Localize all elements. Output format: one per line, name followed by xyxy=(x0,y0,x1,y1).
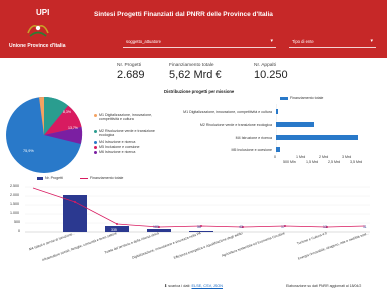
legend-item[interactable]: M2 Rivoluzione verde e transizione ecolo… xyxy=(94,129,159,138)
legend-label: M5 Inclusione e coesione xyxy=(99,145,140,149)
bar-value-label: 11 xyxy=(363,225,367,229)
chevron-down-icon: ▾ xyxy=(370,38,373,44)
legend-dot-icon xyxy=(94,146,97,149)
combo-bar[interactable] xyxy=(63,195,87,232)
brand-name: UPI xyxy=(36,8,50,17)
legend-dot-icon xyxy=(94,141,97,144)
pie-chart: 8,3% 13,7% 75,9% xyxy=(6,96,83,173)
soggetto-select[interactable]: soggetto_attuatore ▾ xyxy=(123,35,276,48)
y-tick: 500 xyxy=(14,220,20,224)
section-title: Distribuzione progetti per missione xyxy=(164,89,235,94)
legend-label: M6 Istruzione e ricerca xyxy=(99,150,136,154)
bar-value-label: 13 xyxy=(323,225,327,229)
y-tick: 1.000 xyxy=(10,211,19,215)
bar-value-label: 2.034 xyxy=(69,190,78,194)
hbar-row-label: M2 Rivoluzione verde e transizione ecolo… xyxy=(199,123,272,127)
category-label: Infrastrutture sociali, famiglie, comuni… xyxy=(42,232,118,262)
pie-label: 13,7% xyxy=(68,126,78,130)
hbar-tick: 3 Mrd xyxy=(342,155,352,159)
legend-label: M4 Istruzione e ricerca xyxy=(99,140,136,144)
hbar-tick: 2 Mrd xyxy=(319,155,329,159)
legend-item[interactable]: M5 Inclusione e coesione xyxy=(94,145,159,149)
upi-logo: UPI Unione Province d'Italia xyxy=(0,0,78,58)
download-links: ⬇ scarica i dati: ELSE, CSV, JSON xyxy=(164,283,223,288)
brand-subtitle: Unione Province d'Italia xyxy=(9,43,66,49)
combo-x-axis: M4 Istituti e servizi di istruzione... I… xyxy=(29,232,370,262)
hbar-bar[interactable] xyxy=(276,122,314,127)
hbar-tick: 2,5 Mrd xyxy=(328,160,341,164)
kpi-label: Finanziamento totale xyxy=(169,63,214,68)
legend-item[interactable]: M4 Istruzione e ricerca xyxy=(94,140,159,144)
kpi-progetti: Nr. Progetti 2.689 xyxy=(117,63,145,81)
kpi-value: 5,62 Mrd € xyxy=(169,69,222,81)
kpi-appalti: Nr. Appalti 10.250 xyxy=(254,63,288,81)
hbar-tick: 1,5 Mrd xyxy=(306,160,319,164)
hbar-bar[interactable] xyxy=(276,109,278,114)
hbar-row-label: M5 Inclusione e coesione xyxy=(231,148,272,152)
hbar-bar[interactable] xyxy=(276,135,358,140)
pie-label: 75,9% xyxy=(23,149,34,153)
download-icon: ⬇ xyxy=(164,284,168,288)
category-label: Energia rinnovabile, idrogeno, rete e mo… xyxy=(297,232,369,261)
y-tick: 2.000 xyxy=(10,193,19,197)
bar-value-label: 56 xyxy=(197,225,201,229)
soggetto-select-label: soggetto_attuatore xyxy=(126,39,161,44)
legend-line-icon xyxy=(80,178,88,179)
kpi-label: Nr. Progetti xyxy=(117,63,141,68)
download-prefix: scarica i dati: xyxy=(168,284,191,288)
download-formats-link[interactable]: ELSE, CSV, JSON xyxy=(191,284,223,288)
hbar-row-label: M1 Digitalizzazione, innovazione, compet… xyxy=(183,110,272,114)
legend-item[interactable]: M1 Digitalizzazione, innovazione, compet… xyxy=(94,113,159,122)
chevron-down-icon: ▾ xyxy=(270,38,273,44)
y-tick: 1.500 xyxy=(10,202,19,206)
page-title: Sintesi Progetti Finanziati dal PNRR del… xyxy=(94,11,273,18)
category-label: Turismo e Cultura 4.0 xyxy=(296,232,327,246)
combo-point[interactable] xyxy=(74,201,76,203)
combo-point[interactable] xyxy=(116,223,118,225)
legend-label: M2 Rivoluzione verde e transizione ecolo… xyxy=(99,129,155,138)
header-bar: UPI Unione Province d'Italia Sintesi Pro… xyxy=(0,0,387,58)
tipo-ente-select-label: Tipo di ente xyxy=(292,39,314,44)
hbar-tick: 1 Mrd xyxy=(296,155,306,159)
legend-swatch-icon xyxy=(280,97,288,100)
hbar-tick: 3,5 Mrd xyxy=(350,160,363,164)
legend-dot-icon xyxy=(94,130,97,133)
hbar-row-label: M4 Istruzione e ricerca xyxy=(235,136,272,140)
hbar-tick: 500 Mln xyxy=(283,160,296,164)
pie-label: 8,3% xyxy=(63,110,71,114)
kpi-value: 2.689 xyxy=(117,69,145,81)
legend-label: Nr. Progetti xyxy=(45,176,63,180)
combo-chart: 2.034 335 180 56 43 17 13 11 xyxy=(25,186,370,233)
footer-note: Elaborazione su dati PNRR aggiornati al … xyxy=(286,284,362,288)
bar-value-label: 17 xyxy=(281,225,285,229)
hbar-tick: 0 xyxy=(274,155,276,159)
hbar-bar[interactable] xyxy=(276,147,280,152)
legend-label: Finanziamento totale xyxy=(290,96,324,100)
legend-label: M1 Digitalizzazione, innovazione, compet… xyxy=(99,113,153,122)
bar-value-label: 180 xyxy=(153,225,159,229)
legend-dot-icon xyxy=(94,151,97,154)
kpi-finanziamento: Finanziamento totale 5,62 Mrd € xyxy=(169,63,222,81)
tipo-ente-select[interactable]: Tipo di ente ▾ xyxy=(289,35,376,48)
kpi-label: Nr. Appalti xyxy=(254,63,276,68)
emblem-icon xyxy=(27,25,49,37)
y-tick: 2.500 xyxy=(10,184,19,188)
legend-swatch-icon xyxy=(37,177,43,180)
kpi-value: 10.250 xyxy=(254,69,288,81)
legend-label: Finanziamento totale xyxy=(90,176,124,180)
legend-item[interactable]: M6 Istruzione e ricerca xyxy=(94,150,159,154)
legend-dot-icon xyxy=(94,114,97,117)
bar-value-label: 43 xyxy=(239,225,243,229)
